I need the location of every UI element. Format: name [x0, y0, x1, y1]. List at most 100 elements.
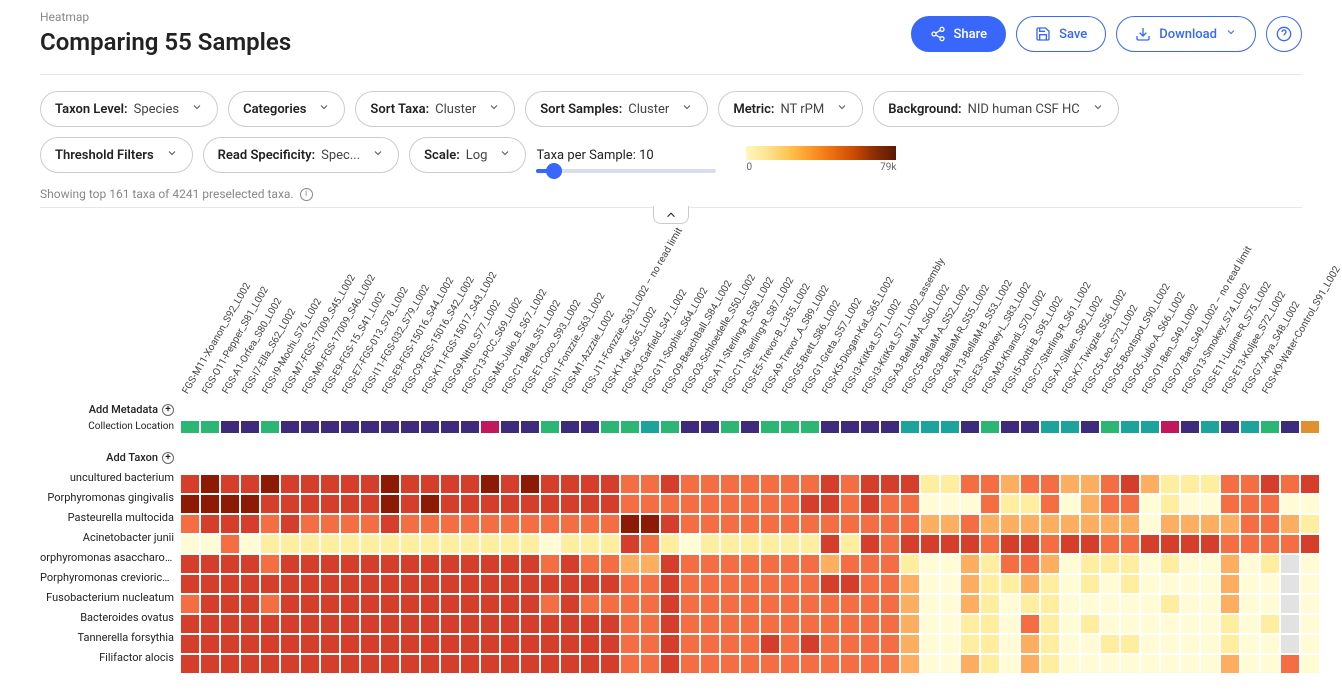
- heatmap-cell[interactable]: [900, 514, 920, 534]
- heatmap-cell[interactable]: [300, 474, 320, 494]
- heatmap-cell[interactable]: [760, 654, 780, 674]
- heatmap-cell[interactable]: [1220, 534, 1240, 554]
- metadata-cell[interactable]: [720, 420, 740, 434]
- heatmap-cell[interactable]: [360, 654, 380, 674]
- heatmap-cell[interactable]: [800, 474, 820, 494]
- heatmap-cell[interactable]: [980, 534, 1000, 554]
- heatmap-cell[interactable]: [460, 554, 480, 574]
- heatmap-cell[interactable]: [540, 574, 560, 594]
- heatmap-cell[interactable]: [940, 594, 960, 614]
- heatmap-cell[interactable]: [860, 574, 880, 594]
- heatmap-cell[interactable]: [980, 614, 1000, 634]
- heatmap-cell[interactable]: [500, 514, 520, 534]
- heatmap-cell[interactable]: [1220, 574, 1240, 594]
- heatmap-cell[interactable]: [600, 574, 620, 594]
- heatmap-cell[interactable]: [300, 534, 320, 554]
- share-button[interactable]: Share: [911, 16, 1007, 52]
- heatmap-cell[interactable]: [840, 494, 860, 514]
- heatmap-cell[interactable]: [720, 654, 740, 674]
- heatmap-cell[interactable]: [1240, 514, 1260, 534]
- heatmap-cell[interactable]: [520, 554, 540, 574]
- heatmap-cell[interactable]: [1100, 474, 1120, 494]
- heatmap-cell[interactable]: [1200, 474, 1220, 494]
- heatmap-cell[interactable]: [1100, 594, 1120, 614]
- metadata-cell[interactable]: [580, 420, 600, 434]
- heatmap-cell[interactable]: [680, 574, 700, 594]
- heatmap-cell[interactable]: [1140, 594, 1160, 614]
- metadata-cell[interactable]: [540, 420, 560, 434]
- heatmap-cell[interactable]: [380, 534, 400, 554]
- heatmap-cell[interactable]: [200, 534, 220, 554]
- taxon-label[interactable]: Filifactor alocis: [40, 648, 180, 668]
- heatmap-cell[interactable]: [1000, 654, 1020, 674]
- heatmap-cell[interactable]: [760, 494, 780, 514]
- heatmap-cell[interactable]: [660, 594, 680, 614]
- heatmap-cell[interactable]: [440, 614, 460, 634]
- heatmap-cell[interactable]: [1040, 514, 1060, 534]
- heatmap-cell[interactable]: [1000, 574, 1020, 594]
- heatmap-cell[interactable]: [880, 574, 900, 594]
- heatmap-cell[interactable]: [840, 474, 860, 494]
- heatmap-cell[interactable]: [820, 634, 840, 654]
- heatmap-cell[interactable]: [180, 534, 200, 554]
- heatmap-cell[interactable]: [1140, 554, 1160, 574]
- heatmap-cell[interactable]: [300, 514, 320, 534]
- heatmap-cell[interactable]: [1160, 594, 1180, 614]
- metadata-cell[interactable]: [380, 420, 400, 434]
- heatmap-cell[interactable]: [1300, 514, 1320, 534]
- heatmap-cell[interactable]: [840, 574, 860, 594]
- heatmap-cell[interactable]: [960, 594, 980, 614]
- metadata-cell[interactable]: [520, 420, 540, 434]
- heatmap-cell[interactable]: [240, 494, 260, 514]
- heatmap-cell[interactable]: [860, 514, 880, 534]
- metadata-cell[interactable]: [1120, 420, 1140, 434]
- heatmap-cell[interactable]: [1100, 654, 1120, 674]
- heatmap-cell[interactable]: [960, 554, 980, 574]
- heatmap-cell[interactable]: [1020, 574, 1040, 594]
- heatmap-cell[interactable]: [260, 574, 280, 594]
- heatmap-cell[interactable]: [360, 514, 380, 534]
- heatmap-cell[interactable]: [240, 654, 260, 674]
- heatmap-cell[interactable]: [380, 634, 400, 654]
- heatmap-cell[interactable]: [560, 634, 580, 654]
- heatmap-cell[interactable]: [1120, 494, 1140, 514]
- heatmap-cell[interactable]: [940, 654, 960, 674]
- heatmap-cell[interactable]: [1300, 614, 1320, 634]
- heatmap-cell[interactable]: [280, 514, 300, 534]
- heatmap-cell[interactable]: [1220, 474, 1240, 494]
- heatmap-cell[interactable]: [960, 494, 980, 514]
- heatmap-cell[interactable]: [500, 534, 520, 554]
- heatmap-cell[interactable]: [300, 494, 320, 514]
- heatmap-cell[interactable]: [180, 614, 200, 634]
- heatmap-cell[interactable]: [620, 654, 640, 674]
- heatmap-cell[interactable]: [1220, 494, 1240, 514]
- heatmap-cell[interactable]: [1240, 534, 1260, 554]
- column-header[interactable]: FGS-M7-FGS-17009_S45_L002: [280, 218, 300, 400]
- heatmap-cell[interactable]: [900, 554, 920, 574]
- heatmap-cell[interactable]: [280, 534, 300, 554]
- heatmap-cell[interactable]: [1040, 554, 1060, 574]
- column-header[interactable]: FGS-C13-PCC_S69_L002: [460, 218, 480, 400]
- heatmap-cell[interactable]: [1160, 494, 1180, 514]
- metadata-cell[interactable]: [620, 420, 640, 434]
- heatmap-cell[interactable]: [1140, 514, 1160, 534]
- heatmap-cell[interactable]: [520, 474, 540, 494]
- heatmap-cell[interactable]: [520, 614, 540, 634]
- heatmap-cell[interactable]: [560, 614, 580, 634]
- column-header[interactable]: FGS-O5-Julio-A_S66_L002: [1120, 218, 1140, 400]
- heatmap-cell[interactable]: [360, 474, 380, 494]
- heatmap-cell[interactable]: [560, 554, 580, 574]
- heatmap-cell[interactable]: [1280, 494, 1300, 514]
- metadata-cell[interactable]: [1000, 420, 1020, 434]
- heatmap-cell[interactable]: [940, 554, 960, 574]
- heatmap-cell[interactable]: [700, 474, 720, 494]
- heatmap-cell[interactable]: [1160, 574, 1180, 594]
- scale-select[interactable]: Scale:Log: [409, 137, 526, 173]
- metadata-cell[interactable]: [180, 420, 200, 434]
- column-header[interactable]: FGS-I5-Dotti-B_S95_L002: [1000, 218, 1020, 400]
- heatmap-cell[interactable]: [720, 534, 740, 554]
- column-header[interactable]: FGS-K5-Diogan-Kat_S65_L002: [820, 218, 840, 400]
- heatmap-cell[interactable]: [180, 634, 200, 654]
- heatmap-cell[interactable]: [240, 474, 260, 494]
- heatmap-cell[interactable]: [600, 494, 620, 514]
